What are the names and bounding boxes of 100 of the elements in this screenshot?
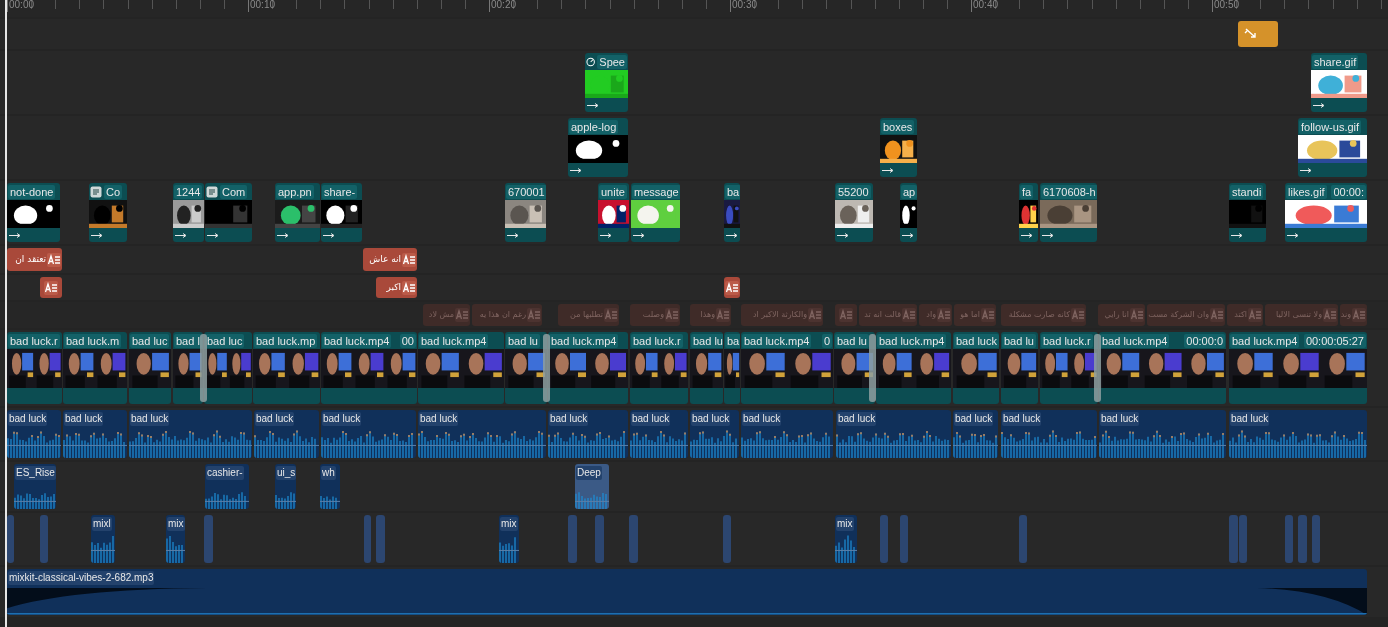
media-clip[interactable]: Co — [89, 183, 127, 242]
media-clip[interactable]: ba — [724, 183, 740, 242]
audio-clip[interactable] — [364, 515, 371, 563]
media-clip[interactable]: share.gif — [1311, 53, 1367, 112]
audio-clip[interactable]: bad luck — [1099, 410, 1226, 458]
video-clip[interactable]: bad luck.mp4 — [876, 332, 951, 404]
audio-clip[interactable] — [7, 515, 14, 563]
audio-clip[interactable]: bad luck — [7, 410, 61, 458]
audio-clip[interactable]: bad luck — [418, 410, 546, 458]
audio-clip[interactable] — [1019, 515, 1027, 563]
clip-label: bad luck.r — [631, 333, 683, 348]
media-clip[interactable]: 6170608-h — [1040, 183, 1097, 242]
video-clip[interactable]: bad luck.mp4 00:00:0 — [1099, 332, 1226, 404]
video-clip[interactable]: bad luck.r — [630, 332, 688, 404]
audio-clip[interactable]: bad luck — [254, 410, 319, 458]
audio-clip[interactable] — [1298, 515, 1307, 563]
audio-clip[interactable]: mixl — [91, 515, 115, 563]
audio-clip[interactable] — [40, 515, 48, 563]
media-clip[interactable]: Com — [205, 183, 252, 242]
audio-clip[interactable] — [900, 515, 908, 563]
audio-clip[interactable] — [880, 515, 888, 563]
text-clip[interactable]: اكبر — [376, 277, 417, 298]
video-clip[interactable]: bad luck.mp4 00 — [321, 332, 417, 404]
audio-clip[interactable]: bad luck — [548, 410, 628, 458]
audio-clip[interactable]: bad luck — [1001, 410, 1097, 458]
clip-label: cashier- — [206, 465, 244, 480]
audio-clip[interactable] — [376, 515, 385, 563]
video-clip[interactable]: bad lu — [1001, 332, 1038, 404]
clip-label: wh — [321, 465, 336, 480]
audio-clip[interactable]: wh — [320, 464, 340, 509]
media-clip[interactable]: unite — [598, 183, 629, 242]
audio-clip[interactable]: mix — [166, 515, 185, 563]
audio-clip[interactable] — [723, 515, 731, 563]
audio-clip[interactable] — [1229, 515, 1238, 563]
audio-clip[interactable]: cashier- — [205, 464, 249, 509]
media-clip[interactable]: not-done — [7, 183, 60, 242]
waveform — [690, 429, 739, 458]
clip-label: mix — [167, 516, 185, 531]
audio-clip[interactable] — [1312, 515, 1320, 563]
text-clip[interactable] — [724, 277, 740, 298]
audio-clip[interactable] — [568, 515, 577, 563]
media-clip[interactable]: boxes — [880, 118, 917, 177]
caption-text: وصلت — [642, 309, 664, 321]
arrow-icon — [882, 167, 894, 173]
trim-handle[interactable] — [200, 334, 207, 402]
audio-clip[interactable]: ES_Rise — [14, 464, 56, 509]
arrow-icon — [323, 232, 335, 238]
audio-clip[interactable]: mixkit-classical-vibes-2-682.mp3 — [7, 569, 1367, 615]
document-icon — [206, 185, 218, 198]
clip-label: likes.gif — [1286, 184, 1327, 199]
text-clip[interactable]: انه عاش — [363, 248, 417, 271]
media-clip[interactable]: ap — [900, 183, 917, 242]
timecode: 00:00:05:27 — [1303, 333, 1366, 348]
video-clip[interactable]: bad luck.mp4 — [548, 332, 628, 404]
audio-clip[interactable]: bad luck — [741, 410, 833, 458]
media-clip[interactable]: app.pn — [275, 183, 320, 242]
audio-clip[interactable]: bad luck — [953, 410, 998, 458]
media-clip[interactable]: likes.gif 00:00: — [1285, 183, 1367, 242]
media-clip[interactable]: 670001 — [505, 183, 546, 242]
audio-clip[interactable]: bad luck — [129, 410, 252, 458]
video-clip[interactable]: bad luc — [204, 332, 252, 404]
media-clip[interactable]: apple-log — [568, 118, 628, 177]
text-icon — [604, 308, 618, 322]
media-clip[interactable]: message — [631, 183, 680, 242]
audio-clip[interactable]: bad luck — [630, 410, 688, 458]
audio-clip[interactable]: mix — [499, 515, 519, 563]
text-clip[interactable] — [40, 277, 62, 298]
document-icon — [90, 185, 102, 198]
video-clip[interactable]: bad luck.mp4 00:00:05:27 — [1229, 332, 1367, 404]
media-clip[interactable]: share- — [321, 183, 362, 242]
audio-clip[interactable]: bad luck — [321, 410, 416, 458]
media-clip[interactable]: follow-us.gif — [1298, 118, 1367, 177]
audio-clip[interactable]: ui_s — [275, 464, 296, 509]
audio-clip[interactable] — [1239, 515, 1247, 563]
text-icon — [981, 308, 995, 322]
media-clip[interactable]: 55200 — [835, 183, 873, 242]
effect-clip[interactable] — [1238, 21, 1278, 47]
text-clip[interactable]: تعتقد ان — [7, 248, 62, 271]
audio-clip[interactable]: mix — [835, 515, 857, 563]
video-clip[interactable]: bad luck — [953, 332, 999, 404]
audio-clip[interactable] — [204, 515, 213, 563]
text-clip[interactable] — [835, 304, 857, 326]
audio-clip[interactable]: bad luck — [836, 410, 951, 458]
audio-clip[interactable] — [595, 515, 604, 563]
video-clip[interactable]: bad luck.m — [63, 332, 127, 404]
arrow-icon — [175, 232, 187, 238]
audio-clip[interactable] — [1285, 515, 1293, 563]
audio-clip[interactable]: bad luck — [63, 410, 127, 458]
media-clip[interactable]: Spee — [585, 53, 628, 112]
audio-clip[interactable] — [629, 515, 638, 563]
media-clip[interactable]: fa — [1019, 183, 1038, 242]
clip-label: bad luck — [130, 411, 170, 426]
video-clip[interactable]: bad luc — [129, 332, 171, 404]
clip-label: bad luck.r — [1041, 333, 1093, 348]
audio-clip[interactable]: Deep — [575, 464, 609, 509]
clip-label: bad luck — [742, 411, 782, 426]
audio-clip[interactable]: bad luck — [1229, 410, 1367, 458]
video-clip[interactable]: bad luck.r — [7, 332, 62, 404]
audio-clip[interactable]: bad luck — [690, 410, 739, 458]
media-clip[interactable]: standi — [1229, 183, 1266, 242]
